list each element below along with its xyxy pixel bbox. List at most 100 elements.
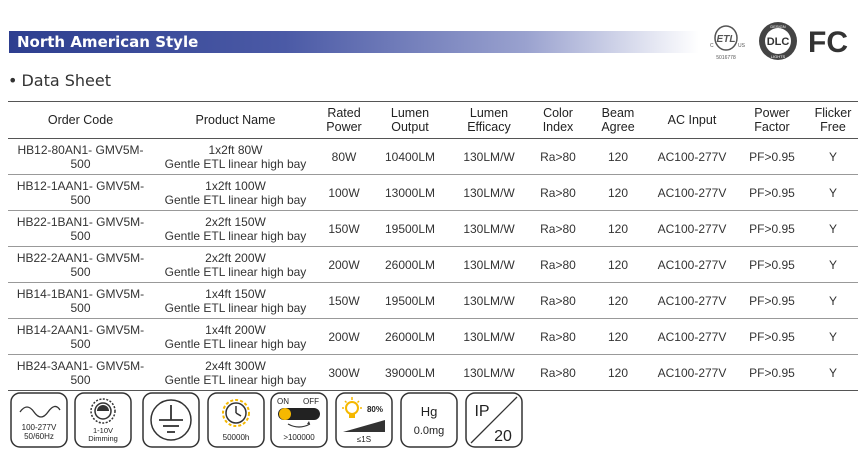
ip-line1: IP [474,403,489,420]
cell-code: HB22-1BAN1- GMV5M-500 [8,210,153,247]
banner-title: North American Style [17,33,199,51]
dimmer-knob-icon [90,398,116,424]
fcc-icon: FC [808,26,848,58]
cell-ac: AC100-277V [648,174,736,211]
cell-ac: AC100-277V [648,282,736,319]
table-header-row: Order Code Product Name Rated Power Lumen… [8,101,858,139]
cell-beam: 120 [588,318,648,355]
clock-icon [222,399,250,427]
cell-code: HB14-2AAN1- GMV5M-500 [8,318,153,355]
mercury-line1: Hg [421,404,438,419]
switching-feature: ON OFF >100000 [270,392,328,448]
cell-cri: Ra>80 [528,138,588,175]
cell-efficacy: 130LM/W [450,174,528,211]
lifetime-text: 50000h [223,433,250,442]
cell-power: 150W [318,210,370,247]
cell-cri: Ra>80 [528,354,588,391]
cell-lumen: 19500LM [370,282,450,319]
on-off-switch-icon [278,408,320,428]
header-color-index: Color Index [528,101,588,139]
cell-lumen: 10400LM [370,138,450,175]
cell-pf: PF>0.95 [736,354,808,391]
cell-lumen: 26000LM [370,246,450,283]
cell-code: HB24-3AAN1- GMV5M-500 [8,354,153,391]
header-ac-input: AC Input [648,101,736,139]
cell-flicker: Y [808,174,858,211]
cell-efficacy: 130LM/W [450,138,528,175]
dlc-icon: DLC DESIGN LIGHTS [759,22,797,60]
header-rated-power: Rated Power [318,101,370,139]
cell-power: 300W [318,354,370,391]
cell-flicker: Y [808,282,858,319]
dimming-feature: 1-10V Dimming [74,392,132,448]
voltage-line2: 50/60Hz [24,432,54,441]
startup-percent: 80% [367,405,383,414]
cell-flicker: Y [808,246,858,283]
cell-product-name: 1x2ft 100W Gentle ETL linear high bay [153,174,318,211]
cell-pf: PF>0.95 [736,138,808,175]
cell-power: 100W [318,174,370,211]
cell-code: HB14-1BAN1- GMV5M-500 [8,282,153,319]
startup-text: ≤1S [357,435,371,444]
cell-beam: 120 [588,282,648,319]
cell-lumen: 39000LM [370,354,450,391]
etl-listed-icon: ETL C US 5016778 [710,25,746,61]
header-product-name: Product Name [153,101,318,139]
section-heading: • Data Sheet [8,71,111,90]
header-flicker-free: Flicker Free [808,101,858,139]
startup-feature: 80% ≤1S [335,392,393,448]
cell-code: HB12-80AN1- GMV5M-500 [8,138,153,175]
table-row: HB12-80AN1- GMV5M-500 1x2ft 80W Gentle ETL… [8,138,858,175]
cell-cri: Ra>80 [528,174,588,211]
switch-off-label: OFF [303,397,319,406]
ground-feature [142,392,200,448]
ip-feature: IP 20 [465,392,523,448]
cell-product-name: 2x2ft 150W Gentle ETL linear high bay [153,210,318,247]
cell-product-name: 2x4ft 300W Gentle ETL linear high bay [153,354,318,391]
dlc-bottom-text: LIGHTS [771,54,786,59]
cell-lumen: 19500LM [370,210,450,247]
cell-power: 150W [318,282,370,319]
cell-lumen: 26000LM [370,318,450,355]
cell-pf: PF>0.95 [736,318,808,355]
table-row: HB12-1AAN1- GMV5M-500 1x2ft 100W Gentle ET… [8,174,858,211]
cell-beam: 120 [588,246,648,283]
header-power-factor: Power Factor [736,101,808,139]
switch-on-label: ON [277,397,289,406]
cell-cri: Ra>80 [528,246,588,283]
cell-efficacy: 130LM/W [450,210,528,247]
ground-symbol-icon [150,399,192,441]
cell-flicker: Y [808,210,858,247]
cell-product-name: 1x2ft 80W Gentle ETL linear high bay [153,138,318,175]
dlc-top-text: DESIGN [770,24,785,29]
cell-lumen: 13000LM [370,174,450,211]
cell-cri: Ra>80 [528,210,588,247]
section-title: Data Sheet [21,71,111,90]
table-row: HB14-1BAN1- GMV5M-500 1x4ft 150W Gentle ET… [8,282,858,319]
cell-pf: PF>0.95 [736,246,808,283]
cell-flicker: Y [808,354,858,391]
cell-beam: 120 [588,210,648,247]
cell-ac: AC100-277V [648,138,736,175]
svg-text:ETL: ETL [717,34,736,45]
ip-line2: 20 [494,428,512,445]
cell-code: HB12-1AAN1- GMV5M-500 [8,174,153,211]
cell-efficacy: 130LM/W [450,282,528,319]
ramp-icon [343,420,385,432]
cell-product-name: 1x4ft 200W Gentle ETL linear high bay [153,318,318,355]
cell-ac: AC100-277V [648,246,736,283]
cell-pf: PF>0.95 [736,174,808,211]
cell-efficacy: 130LM/W [450,354,528,391]
section-banner: North American Style [9,31,699,53]
table-row: HB22-2AAN1- GMV5M-500 2x2ft 200W Gentle ET… [8,246,858,283]
etl-us-label: US [738,43,746,49]
cell-flicker: Y [808,138,858,175]
cell-cri: Ra>80 [528,318,588,355]
cell-power: 200W [318,246,370,283]
switching-text: >100000 [283,433,315,442]
bulb-icon [342,397,362,418]
cell-ac: AC100-277V [648,354,736,391]
cell-power: 80W [318,138,370,175]
table-row: HB22-1BAN1- GMV5M-500 2x2ft 150W Gentle ET… [8,210,858,247]
cell-power: 200W [318,318,370,355]
